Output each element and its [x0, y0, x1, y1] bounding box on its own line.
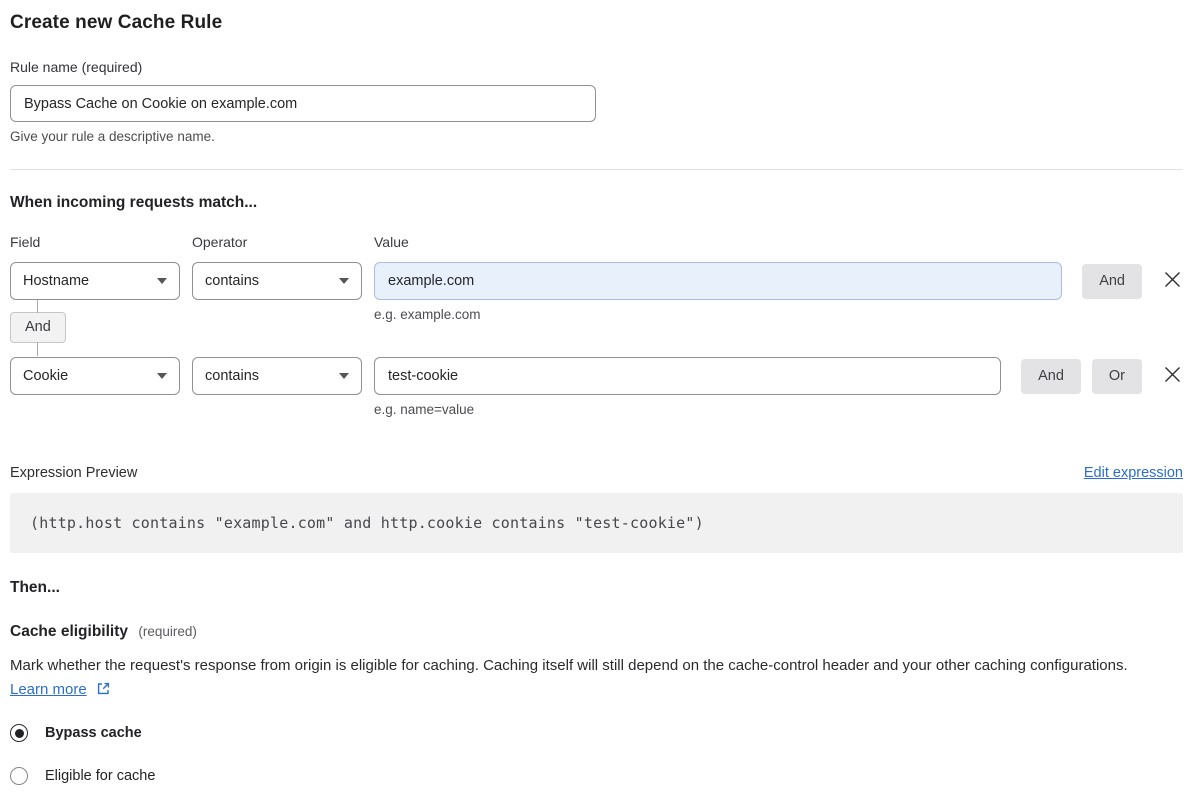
row-1-subrow: And e.g. example.com	[10, 300, 1183, 357]
value-input-2[interactable]	[374, 357, 1002, 395]
create-cache-rule-page: Create new Cache Rule Rule name (require…	[0, 0, 1200, 785]
page-title: Create new Cache Rule	[10, 12, 223, 33]
field-select-2-value: Cookie	[23, 368, 69, 384]
description-text: Mark whether the request's response from…	[10, 657, 1128, 674]
expression-header: Expression Preview Edit expression	[10, 465, 1183, 481]
expression-preview-label: Expression Preview	[10, 465, 138, 481]
match-column-labels: Field Operator Value	[10, 234, 1183, 250]
operator-column-label: Operator	[192, 234, 248, 250]
value-input-1[interactable]	[374, 262, 1063, 300]
close-icon	[1163, 365, 1182, 387]
field-column-label: Field	[10, 234, 41, 250]
add-and-condition-button-1[interactable]: And	[1082, 263, 1142, 299]
bypass-cache-option[interactable]: Bypass cache	[10, 724, 1183, 742]
eligible-for-cache-label: Eligible for cache	[45, 768, 156, 784]
cache-eligibility-heading: Cache eligibility (required)	[10, 623, 1183, 641]
rule-name-help: Give your rule a descriptive name.	[10, 129, 215, 144]
edit-expression-link[interactable]: Edit expression	[1084, 465, 1183, 481]
and-connector-button[interactable]: And	[10, 300, 66, 356]
operator-select-1[interactable]: contains	[192, 262, 362, 300]
required-note: (required)	[138, 624, 197, 639]
row-2-subrow: e.g. name=value	[10, 395, 1183, 429]
radio-selected-icon[interactable]	[10, 724, 28, 742]
add-or-condition-button-2[interactable]: Or	[1091, 358, 1142, 394]
eligible-for-cache-option[interactable]: Eligible for cache	[10, 767, 1183, 785]
value-hint-2: e.g. name=value	[374, 402, 475, 417]
chevron-down-icon	[339, 373, 349, 379]
chevron-down-icon	[339, 278, 349, 284]
match-heading: When incoming requests match...	[10, 194, 258, 211]
operator-select-2-value: contains	[205, 368, 260, 384]
field-select-1-value: Hostname	[23, 273, 90, 289]
match-row-1: Hostname contains And	[10, 262, 1183, 300]
remove-condition-button-2[interactable]	[1161, 365, 1183, 387]
bypass-cache-label: Bypass cache	[45, 725, 142, 741]
cache-eligibility-title: Cache eligibility	[10, 623, 129, 640]
learn-more-link[interactable]: Learn more	[10, 681, 87, 698]
operator-select-2[interactable]: contains	[192, 357, 362, 395]
operator-select-1-value: contains	[205, 273, 260, 289]
chevron-down-icon	[157, 278, 167, 284]
value-column-label: Value	[374, 234, 409, 250]
field-select-2[interactable]: Cookie	[10, 357, 180, 395]
radio-unselected-icon[interactable]	[10, 767, 28, 785]
add-and-condition-button-2[interactable]: And	[1021, 358, 1081, 394]
chevron-down-icon	[157, 373, 167, 379]
external-link-icon	[96, 681, 111, 696]
field-select-1[interactable]: Hostname	[10, 262, 180, 300]
then-heading: Then...	[10, 579, 60, 596]
value-hint-1: e.g. example.com	[374, 307, 481, 322]
expression-code-block: (http.host contains "example.com" and ht…	[10, 493, 1183, 553]
rule-name-label: Rule name (required)	[10, 59, 143, 75]
cache-eligibility-description: Mark whether the request's response from…	[10, 654, 1170, 702]
match-row-2: Cookie contains And Or	[10, 357, 1183, 395]
close-icon	[1163, 270, 1182, 292]
remove-condition-button-1[interactable]	[1161, 270, 1183, 292]
section-divider	[10, 169, 1183, 170]
rule-name-input[interactable]	[10, 85, 596, 122]
